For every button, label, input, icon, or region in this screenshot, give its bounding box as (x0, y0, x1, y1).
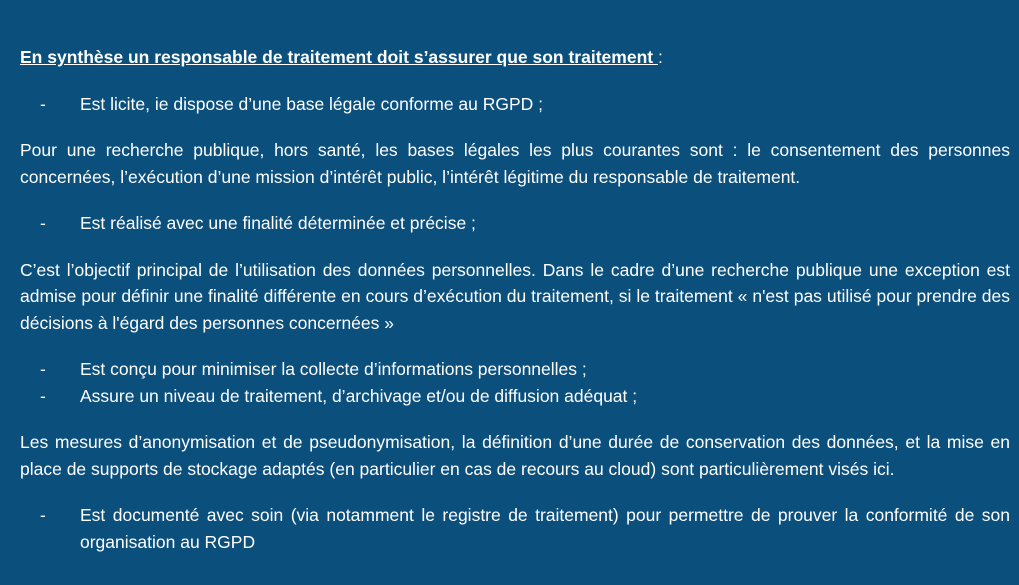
bullet-minimisation: - Est conçu pour minimiser la collecte d… (20, 356, 1010, 383)
bullet-dash: - (40, 505, 46, 525)
bullet-lawful-text: Est licite, ie dispose d’une base légale… (80, 93, 544, 114)
summary-heading-text: En synthèse un responsable de traitement… (20, 47, 658, 67)
bullet-security-level-text: Assure un niveau de traitement, d’archiv… (80, 385, 638, 406)
bullet-purpose: - Est réalisé avec une finalité détermin… (20, 210, 1010, 237)
paragraph-legal-bases: Pour une recherche publique, hors santé,… (20, 140, 1010, 187)
document-body: En synthèse un responsable de traitement… (20, 44, 1010, 555)
summary-heading: En synthèse un responsable de traitement… (20, 44, 1010, 71)
bullet-dash: - (40, 385, 46, 406)
bullet-lawful: - Est licite, ie dispose d’une base léga… (20, 91, 1010, 118)
bullet-minimisation-text: Est conçu pour minimiser la collecte d’i… (80, 359, 587, 379)
bullet-documented-text: Est documenté avec soin (via notamment l… (80, 505, 1010, 552)
bullet-documented: - Est documenté avec soin (via notamment… (20, 502, 1010, 555)
bullet-dash: - (40, 359, 46, 379)
bullet-security-level: - Assure un niveau de traitement, d’arch… (20, 383, 1010, 410)
bullet-dash: - (40, 213, 46, 233)
paragraph-measures: Les mesures d’anonymisation et de pseudo… (20, 432, 1010, 479)
bullet-dash: - (40, 93, 46, 114)
summary-heading-colon: : (657, 47, 663, 67)
paragraph-purpose-detail: C’est l’objectif principal de l’utilisat… (20, 259, 1010, 333)
bullet-purpose-text: Est réalisé avec une finalité déterminée… (80, 213, 476, 233)
